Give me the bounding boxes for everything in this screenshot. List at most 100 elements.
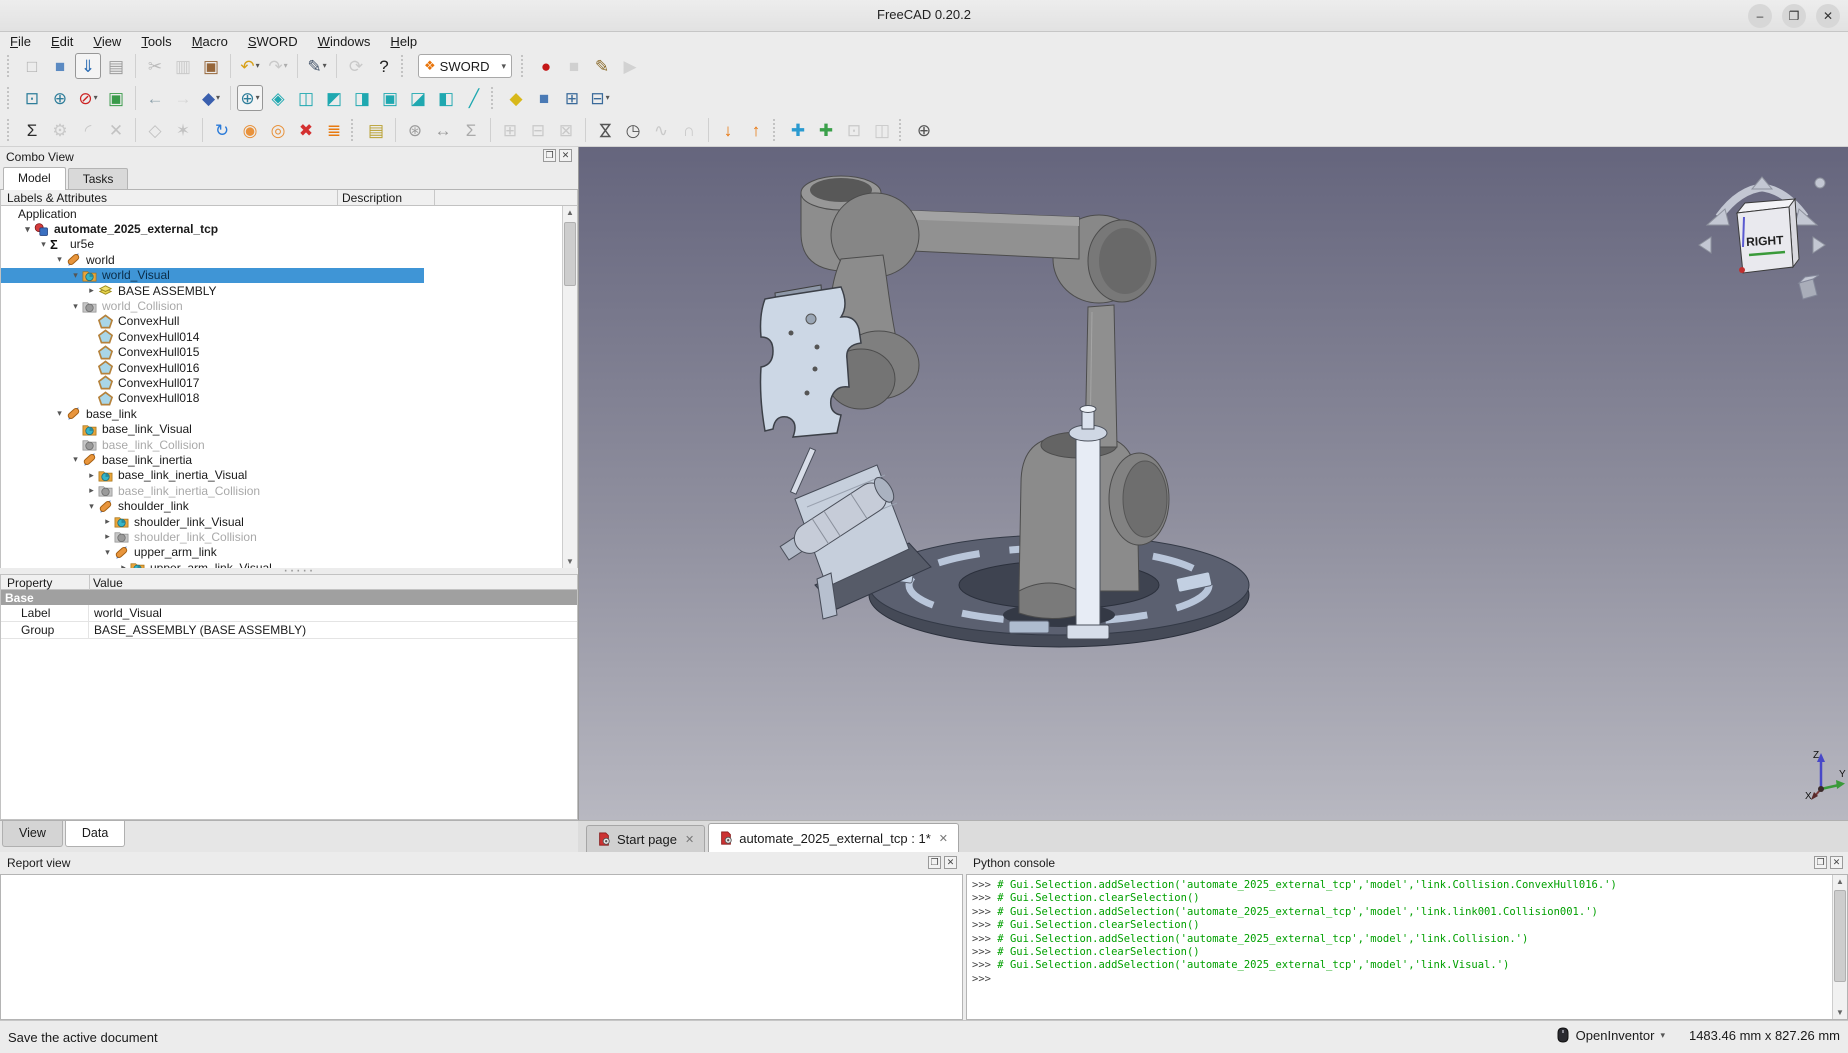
view-fit-all-button[interactable]: ⊕▾ (237, 85, 263, 111)
navigation-cube[interactable]: RIGHT (1697, 175, 1827, 307)
property-value[interactable]: world_Visual (89, 605, 162, 621)
tab-data[interactable]: Data (65, 821, 125, 847)
measure-distance-button[interactable]: ╱ (461, 85, 487, 111)
gripper-button[interactable]: ∩ (676, 117, 702, 143)
tree-row[interactable]: ConvexHull016 (1, 360, 577, 375)
property-value[interactable]: BASE_ASSEMBLY (BASE ASSEMBLY) (89, 622, 306, 638)
maximize-button[interactable]: ❐ (1782, 4, 1806, 28)
view-axonometric-button[interactable]: ◈ (265, 85, 291, 111)
tree-row[interactable]: ▸base_link_inertia_Visual (1, 468, 577, 483)
clip-plane-button[interactable]: ▣ (103, 85, 129, 111)
copy-button[interactable]: ▥ (170, 53, 196, 79)
expander-closed-icon[interactable]: ▸ (85, 470, 98, 481)
cut-button[interactable]: ✂ (142, 53, 168, 79)
tree-row[interactable]: ▾shoulder_link (1, 498, 577, 513)
property-group-base[interactable]: Base (0, 590, 578, 605)
close-tab-icon[interactable]: ✕ (939, 832, 948, 845)
convex-hull-button[interactable]: ◇ (142, 117, 168, 143)
scroll-down-icon[interactable]: ▼ (566, 557, 574, 566)
close-panel-icon[interactable]: ✕ (944, 856, 957, 869)
tree-row[interactable]: Application (1, 206, 577, 221)
scroll-up-icon[interactable]: ▲ (566, 208, 574, 217)
menu-tools[interactable]: Tools (131, 33, 181, 50)
tree-row[interactable]: base_link_Visual (1, 421, 577, 436)
menu-file[interactable]: File (0, 33, 41, 50)
tree-row[interactable]: ▾world (1, 252, 577, 267)
part-folder-button[interactable]: ■ (531, 85, 557, 111)
view-front-button[interactable]: ◫ (293, 85, 319, 111)
report-template-button[interactable]: ▤ (363, 117, 389, 143)
expander-open-icon[interactable]: ▾ (53, 254, 66, 265)
file-open-button[interactable]: ■ (47, 53, 73, 79)
frame-box-button[interactable]: ⊡ (841, 117, 867, 143)
expander-open-icon[interactable]: ▾ (69, 270, 82, 281)
close-panel-icon[interactable]: ✕ (1830, 856, 1843, 869)
whats-this-button[interactable]: ? (371, 53, 397, 79)
expander-closed-icon[interactable]: ▸ (85, 485, 98, 496)
redo-button[interactable]: ↷▾ (265, 53, 291, 79)
expander-open-icon[interactable]: ▾ (69, 301, 82, 312)
view-left-button[interactable]: ◧ (433, 85, 459, 111)
import-package-button[interactable]: ⊟ (525, 117, 551, 143)
expander-closed-icon[interactable]: ▸ (101, 516, 114, 527)
property-row[interactable]: GroupBASE_ASSEMBLY (BASE ASSEMBLY) (1, 622, 577, 639)
robot-sigma-button[interactable]: Σ (19, 117, 45, 143)
python-console-content[interactable]: >>> # Gui.Selection.addSelection('automa… (966, 874, 1848, 1020)
box-zoom-button[interactable]: ⊕ (47, 85, 73, 111)
export-down-button[interactable]: ↓ (715, 117, 741, 143)
selection-view-button[interactable]: ⊡ (19, 85, 45, 111)
close-tab-icon[interactable]: ✕ (685, 833, 694, 846)
float-panel-icon[interactable]: ❐ (1814, 856, 1827, 869)
menu-help[interactable]: Help (380, 33, 427, 50)
menu-windows[interactable]: Windows (308, 33, 381, 50)
hourglass-button[interactable]: ⋈ (592, 117, 618, 143)
report-view-content[interactable] (0, 874, 963, 1020)
paste-button[interactable]: ▣ (198, 53, 224, 79)
tree-row[interactable]: ▾upper_arm_link (1, 545, 577, 560)
view-bottom-button[interactable]: ◪ (405, 85, 431, 111)
show-visual-button[interactable]: ◉ (237, 117, 263, 143)
refresh-button[interactable]: ⟳ (343, 53, 369, 79)
expander-open-icon[interactable]: ▾ (21, 224, 34, 235)
pin-target-button[interactable]: ✚ (813, 117, 839, 143)
menu-sword[interactable]: SWORD (238, 33, 308, 50)
float-panel-icon[interactable]: ❐ (928, 856, 941, 869)
robot-tool-button[interactable]: ⚙ (47, 117, 73, 143)
scrollbar-thumb[interactable] (564, 222, 576, 286)
nav-forward-button[interactable]: → (170, 85, 196, 111)
workbench-selector[interactable]: ❖SWORD▾ (418, 54, 512, 78)
frame-copy-button[interactable]: ◫ (869, 117, 895, 143)
tab-tasks[interactable]: Tasks (68, 168, 129, 189)
view-top-button[interactable]: ◩ (321, 85, 347, 111)
wave-button[interactable]: ∿ (648, 117, 674, 143)
tree-row[interactable]: ▾base_link_inertia (1, 452, 577, 467)
nav-cube-face-label[interactable]: RIGHT (1746, 233, 1785, 249)
tree-row[interactable]: ▾world_Visual (1, 268, 577, 283)
menu-edit[interactable]: Edit (41, 33, 83, 50)
view-rear-button[interactable]: ▣ (377, 85, 403, 111)
view-isometric-button[interactable]: ◆▾ (198, 85, 224, 111)
expander-open-icon[interactable]: ▾ (85, 501, 98, 512)
tree-row[interactable]: ▸BASE ASSEMBLY (1, 283, 577, 298)
robot-delete-button[interactable]: ✕ (103, 117, 129, 143)
console-scrollbar[interactable]: ▲ ▼ (1832, 875, 1847, 1019)
robot-3d-model[interactable] (579, 147, 1848, 820)
close-button[interactable]: ✕ (1816, 4, 1840, 28)
view-right-button[interactable]: ◨ (349, 85, 375, 111)
export-graph-button[interactable]: ⊟▾ (587, 85, 613, 111)
scroll-up-icon[interactable]: ▲ (1836, 877, 1844, 886)
nav-back-button[interactable]: ← (142, 85, 168, 111)
macro-play-button[interactable]: ▶ (617, 53, 643, 79)
part-box-button[interactable]: ◆ (503, 85, 529, 111)
joint-sliders-button[interactable]: ≣ (321, 117, 347, 143)
minimize-button[interactable]: – (1748, 4, 1772, 28)
collision-star-button[interactable]: ✶ (170, 117, 196, 143)
expander-open-icon[interactable]: ▾ (37, 239, 50, 250)
tree-row[interactable]: ConvexHull014 (1, 329, 577, 344)
nav-style-label[interactable]: OpenInventor (1576, 1028, 1655, 1043)
import-mesh-button[interactable]: ⊠ (553, 117, 579, 143)
tree-row[interactable]: ConvexHull018 (1, 391, 577, 406)
tree-row[interactable]: ▾Σur5e (1, 237, 577, 252)
tree-row[interactable]: base_link_Collision (1, 437, 577, 452)
expander-open-icon[interactable]: ▾ (101, 547, 114, 558)
